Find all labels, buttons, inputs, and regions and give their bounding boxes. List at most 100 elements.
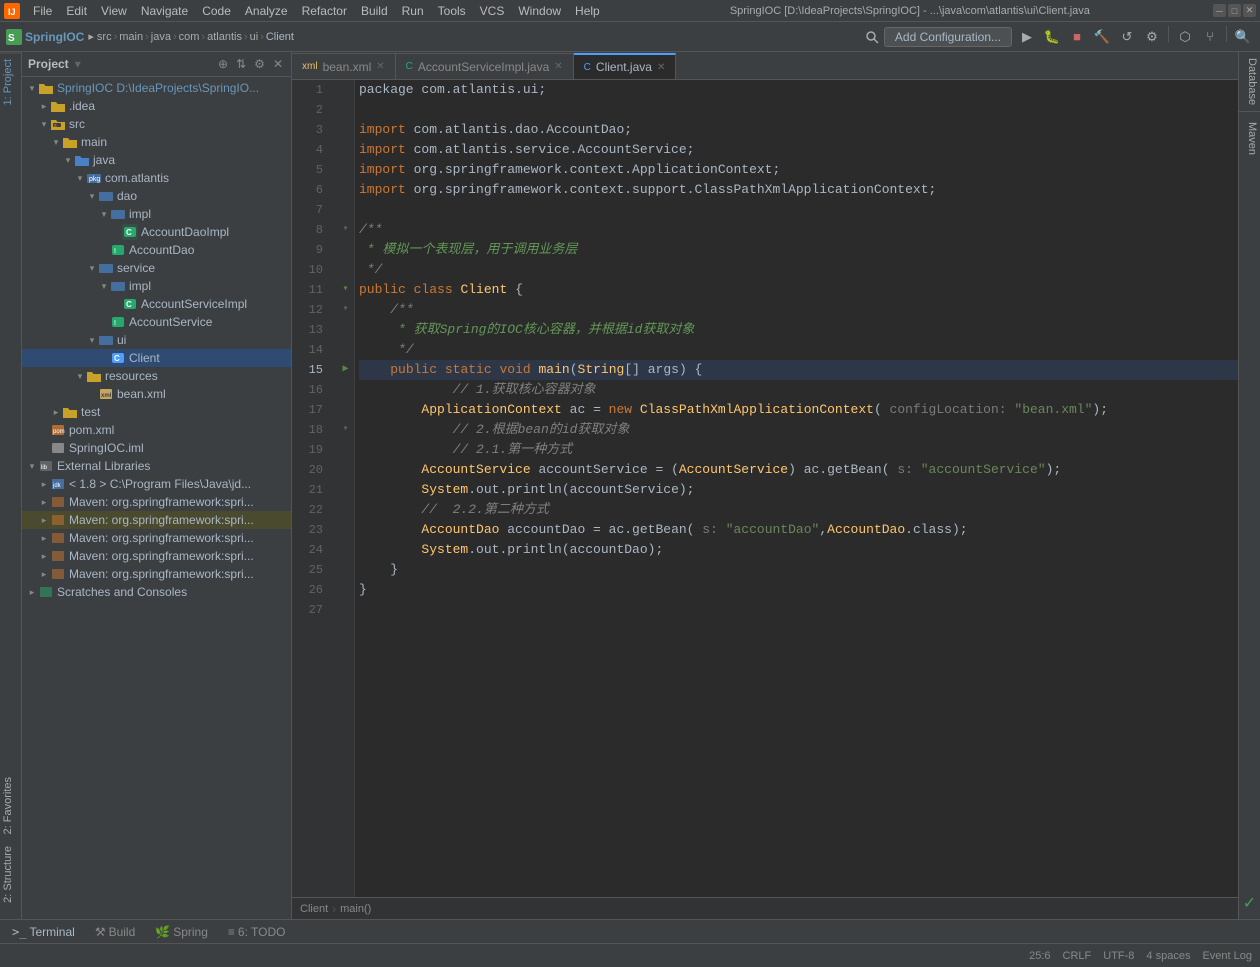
menu-item-run[interactable]: Run — [395, 2, 431, 20]
more-actions-button[interactable]: ⚙ — [1141, 26, 1163, 48]
tab-todo[interactable]: ≡ 6: TODO — [222, 923, 292, 941]
tab-terminal[interactable]: >_ Terminal — [6, 923, 81, 941]
tree-item-impl-dao[interactable]: ▾ impl — [22, 205, 291, 223]
tree-item-service[interactable]: ▾ service — [22, 259, 291, 277]
menu-item-help[interactable]: Help — [568, 2, 607, 20]
no-problems-indicator: ✓ — [1243, 893, 1256, 913]
panel-sync-icon[interactable]: ⇅ — [234, 56, 248, 72]
svg-text:I: I — [114, 320, 116, 327]
search-everywhere-icon[interactable] — [864, 29, 880, 45]
menu-item-build[interactable]: Build — [354, 2, 395, 20]
tree-item-account-service-impl[interactable]: ▸ C AccountServiceImpl — [22, 295, 291, 313]
tree-item-com-atlantis[interactable]: ▾ pkg com.atlantis — [22, 169, 291, 187]
menu-item-analyze[interactable]: Analyze — [238, 2, 295, 20]
tree-item-java[interactable]: ▾ java — [22, 151, 291, 169]
find-button[interactable]: 🔍 — [1232, 26, 1254, 48]
fold-15[interactable]: ▶ — [342, 360, 348, 380]
tree-item-ui[interactable]: ▾ ui — [22, 331, 291, 349]
editor-area: xml bean.xml ✕ C AccountServiceImpl.java… — [292, 52, 1238, 919]
tab-account-service-impl[interactable]: C AccountServiceImpl.java ✕ — [396, 53, 574, 79]
tree-item-idea[interactable]: ▸ .idea — [22, 97, 291, 115]
tree-item-root[interactable]: ▾ SpringIOC D:\IdeaProjects\SpringIO... — [22, 79, 291, 97]
tree-item-resources[interactable]: ▾ resources — [22, 367, 291, 385]
tree-item-scratches[interactable]: ▸ Scratches and Consoles — [22, 583, 291, 601]
code-content[interactable]: package com.atlantis.ui; import com.atla… — [355, 80, 1238, 897]
tree-item-client[interactable]: ▸ C Client — [22, 349, 291, 367]
toolbar: S SpringIOC ▸ src › main › java › com › … — [0, 22, 1260, 52]
tab-close-bean[interactable]: ✕ — [376, 61, 384, 72]
build-button[interactable]: 🔨 — [1091, 26, 1113, 48]
menu-item-refactor[interactable]: Refactor — [295, 2, 354, 20]
maximize-button[interactable]: □ — [1228, 4, 1241, 17]
menu-item-edit[interactable]: Edit — [59, 2, 94, 20]
panel-settings-icon[interactable]: ⚙ — [252, 56, 267, 72]
panel-header: Project ▾ ⊕ ⇅ ⚙ ✕ — [22, 52, 291, 77]
tree-item-maven2[interactable]: ▸ Maven: org.springframework:spri... — [22, 511, 291, 529]
tree-item-account-dao-impl[interactable]: ▸ C AccountDaoImpl — [22, 223, 291, 241]
menu-item-tools[interactable]: Tools — [431, 2, 473, 20]
terminal-label: Terminal — [29, 925, 74, 939]
code-line-27 — [359, 600, 1238, 620]
run-button[interactable]: ▶ — [1016, 26, 1038, 48]
git-button[interactable]: ⑂ — [1199, 26, 1221, 48]
encoding[interactable]: UTF-8 — [1103, 950, 1134, 962]
tree-label-account-service: AccountService — [129, 315, 212, 329]
database-panel-tab[interactable]: Database — [1239, 52, 1260, 112]
fold-18[interactable]: ▾ — [342, 420, 348, 440]
tree-item-dao[interactable]: ▾ dao — [22, 187, 291, 205]
tree-item-account-service[interactable]: ▸ I AccountService — [22, 313, 291, 331]
tree-item-maven3[interactable]: ▸ Maven: org.springframework:spri... — [22, 529, 291, 547]
menu-item-view[interactable]: View — [94, 2, 134, 20]
menu-item-file[interactable]: File — [26, 2, 59, 20]
tab-close-client[interactable]: ✕ — [657, 62, 665, 73]
tree-item-pom[interactable]: ▸ pom pom.xml — [22, 421, 291, 439]
tree-item-ext-libs[interactable]: ▾ lib External Libraries — [22, 457, 291, 475]
tab-spring[interactable]: 🌿 Spring — [149, 923, 214, 941]
cursor-position[interactable]: 25:6 — [1029, 950, 1050, 962]
structure-panel-tab[interactable]: 2: Structure — [0, 840, 21, 909]
tab-close-account-service-impl[interactable]: ✕ — [554, 61, 562, 72]
breadcrumb-client: Client — [300, 903, 328, 915]
tree-item-iml[interactable]: ▸ SpringIOC.iml — [22, 439, 291, 457]
tree-item-test[interactable]: ▸ test — [22, 403, 291, 421]
menu-item-vcs[interactable]: VCS — [473, 2, 512, 20]
src-folder-icon: s — [50, 116, 66, 132]
reload-button[interactable]: ↺ — [1116, 26, 1138, 48]
menu-item-window[interactable]: Window — [511, 2, 568, 20]
fold-11[interactable]: ▾ — [342, 280, 348, 300]
debug-button[interactable]: 🐛 — [1041, 26, 1063, 48]
tree-item-maven1[interactable]: ▸ Maven: org.springframework:spri... — [22, 493, 291, 511]
tab-bean-xml[interactable]: xml bean.xml ✕ — [292, 53, 396, 79]
menu-item-code[interactable]: Code — [195, 2, 238, 20]
close-button[interactable]: ✕ — [1243, 4, 1256, 17]
add-configuration-button[interactable]: Add Configuration... — [884, 27, 1012, 47]
tree-item-maven4[interactable]: ▸ Maven: org.springframework:spri... — [22, 547, 291, 565]
external-tool-button[interactable]: ⬡ — [1174, 26, 1196, 48]
panel-add-icon[interactable]: ⊕ — [216, 56, 230, 72]
tree-item-bean-xml[interactable]: ▸ xml bean.xml — [22, 385, 291, 403]
maven-panel-tab[interactable]: Maven — [1239, 116, 1260, 161]
root-folder-icon — [38, 80, 54, 96]
tab-client[interactable]: C Client.java ✕ — [574, 53, 677, 79]
favorites-panel-tab[interactable]: 2: Favorites — [0, 771, 21, 840]
tree-item-impl-service[interactable]: ▾ impl — [22, 277, 291, 295]
indent-style[interactable]: 4 spaces — [1146, 950, 1190, 962]
minimize-button[interactable]: ─ — [1213, 4, 1226, 17]
code-editor[interactable]: 1 2 3 4 5 6 7 8 9 10 11 12 13 14 15 16 1… — [292, 80, 1238, 897]
tree-item-jdk[interactable]: ▸ jdk < 1.8 > C:\Program Files\Java\jd..… — [22, 475, 291, 493]
project-panel-tab[interactable]: 1: Project — [0, 52, 21, 111]
fold-12[interactable]: ▾ — [342, 300, 348, 320]
panel-close-icon[interactable]: ✕ — [271, 56, 285, 72]
tree-item-maven5[interactable]: ▸ Maven: org.springframework:spri... — [22, 565, 291, 583]
tree-item-account-dao[interactable]: ▸ I AccountDao — [22, 241, 291, 259]
line-ending[interactable]: CRLF — [1063, 950, 1092, 962]
ln-7: 7 — [292, 200, 329, 220]
ln-10: 10 — [292, 260, 329, 280]
stop-button[interactable]: ■ — [1066, 26, 1088, 48]
tree-item-main[interactable]: ▾ main — [22, 133, 291, 151]
tree-item-src[interactable]: ▾ s src — [22, 115, 291, 133]
event-log[interactable]: Event Log — [1202, 950, 1252, 962]
menu-item-navigate[interactable]: Navigate — [134, 2, 195, 20]
fold-8[interactable]: ▾ — [342, 220, 348, 240]
tab-build[interactable]: ⚒ Build — [89, 923, 141, 941]
